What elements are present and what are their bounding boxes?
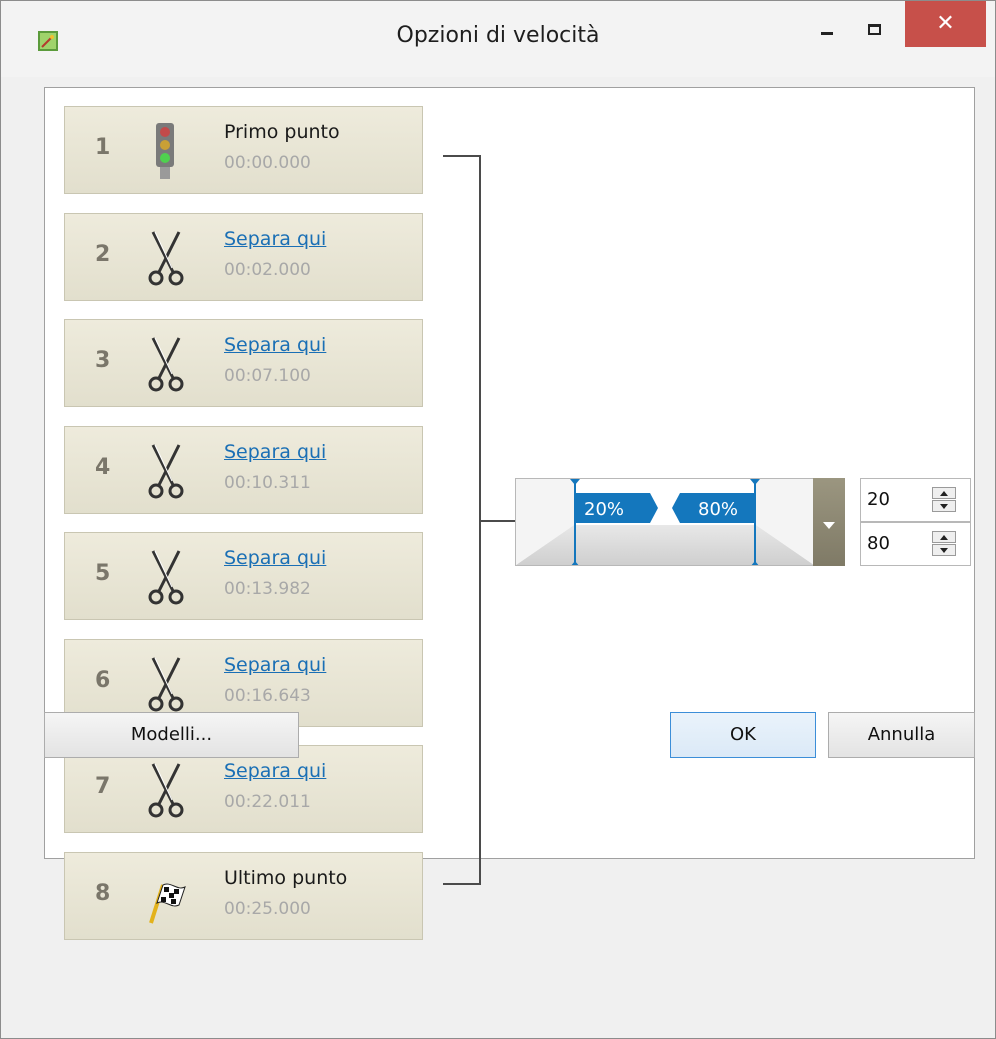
scissors-icon bbox=[143, 547, 189, 607]
end-increment-button[interactable] bbox=[932, 531, 956, 543]
checkered-flag-icon bbox=[143, 867, 189, 927]
split-point-card[interactable]: 8 Ultimo punto 00:25.000 bbox=[64, 851, 423, 940]
close-button[interactable]: ✕ bbox=[905, 1, 986, 47]
scissors-icon bbox=[143, 760, 189, 820]
split-point-time: 00:02.000 bbox=[224, 259, 311, 280]
split-point-number: 1 bbox=[95, 135, 111, 160]
traffic-light-icon bbox=[143, 121, 189, 181]
start-percent-stepper[interactable]: 20 bbox=[860, 478, 971, 522]
split-here-link[interactable]: Separa qui bbox=[224, 228, 326, 250]
end-percent-stepper[interactable]: 80 bbox=[860, 522, 971, 566]
split-point-number: 2 bbox=[95, 241, 111, 267]
split-point-number: 5 bbox=[95, 561, 111, 586]
split-point-time: 00:07.100 bbox=[224, 366, 311, 386]
split-point-time: 00:25.000 bbox=[224, 898, 311, 919]
end-percent-label: 80% bbox=[698, 499, 738, 520]
arrow-down-icon bbox=[940, 548, 948, 553]
speed-curve-graphic: 20% 80% bbox=[516, 479, 814, 565]
split-point-time: 00:10.311 bbox=[224, 472, 311, 493]
split-point-time: 00:00.000 bbox=[224, 153, 311, 173]
split-point-time: 00:22.011 bbox=[224, 792, 311, 812]
close-icon: ✕ bbox=[936, 11, 955, 36]
arrow-up-icon bbox=[940, 491, 948, 496]
minimize-button[interactable] bbox=[807, 1, 853, 47]
start-increment-button[interactable] bbox=[932, 487, 956, 499]
start-decrement-button[interactable] bbox=[932, 500, 956, 512]
start-percent-value[interactable]: 20 bbox=[867, 489, 890, 510]
split-here-link[interactable]: Separa qui bbox=[224, 441, 326, 463]
segment-bracket bbox=[443, 155, 481, 885]
scissors-icon bbox=[143, 334, 189, 394]
split-point-card[interactable]: 3 Separa qui 00:07.100 bbox=[64, 319, 423, 407]
bracket-connector bbox=[481, 520, 515, 522]
arrow-up-icon bbox=[940, 535, 948, 540]
maximize-icon bbox=[868, 24, 881, 35]
start-percent-label: 20% bbox=[584, 499, 624, 520]
split-here-link[interactable]: Separa qui bbox=[224, 760, 326, 782]
end-percent-value[interactable]: 80 bbox=[867, 533, 890, 554]
arrow-down-icon bbox=[940, 504, 948, 509]
scissors-icon bbox=[143, 441, 189, 501]
split-point-number: 4 bbox=[95, 454, 111, 480]
ok-button[interactable]: OK bbox=[670, 712, 816, 758]
split-point-label: Ultimo punto bbox=[224, 866, 348, 889]
split-point-time: 00:16.643 bbox=[224, 685, 311, 706]
split-point-time: 00:13.982 bbox=[224, 579, 311, 599]
minimize-icon bbox=[821, 32, 833, 35]
chevron-down-icon bbox=[823, 522, 835, 529]
templates-button[interactable]: Modelli... bbox=[44, 712, 299, 758]
title-bar: Opzioni di velocità ✕ bbox=[1, 1, 995, 77]
split-point-card[interactable]: 5 Separa qui 00:13.982 bbox=[64, 532, 423, 620]
split-point-label: Primo punto bbox=[224, 121, 340, 143]
split-point-number: 8 bbox=[95, 880, 111, 906]
split-point-card[interactable]: 4 Separa qui 00:10.311 bbox=[64, 425, 423, 514]
speed-curve-editor[interactable]: 20% 80% bbox=[515, 478, 845, 566]
end-decrement-button[interactable] bbox=[932, 544, 956, 556]
split-point-number: 6 bbox=[95, 667, 111, 693]
split-here-link[interactable]: Separa qui bbox=[224, 334, 326, 356]
split-point-card[interactable]: 7 Separa qui 00:22.011 bbox=[64, 745, 423, 833]
split-here-link[interactable]: Separa qui bbox=[224, 547, 326, 569]
curve-preset-dropdown[interactable] bbox=[813, 478, 845, 566]
split-here-link[interactable]: Separa qui bbox=[224, 654, 326, 676]
maximize-button[interactable] bbox=[855, 1, 901, 47]
split-point-card[interactable]: 1 Primo punto 00:00.000 bbox=[64, 106, 423, 194]
split-point-number: 7 bbox=[95, 774, 111, 799]
cancel-button[interactable]: Annulla bbox=[828, 712, 975, 758]
scissors-icon bbox=[143, 654, 189, 714]
scissors-icon bbox=[143, 228, 189, 288]
split-point-number: 3 bbox=[95, 348, 111, 373]
speed-options-window: Opzioni di velocità ✕ 1 Primo punto 00:00.… bbox=[0, 0, 996, 1039]
split-point-card[interactable]: 2 Separa qui 00:02.000 bbox=[64, 212, 423, 301]
